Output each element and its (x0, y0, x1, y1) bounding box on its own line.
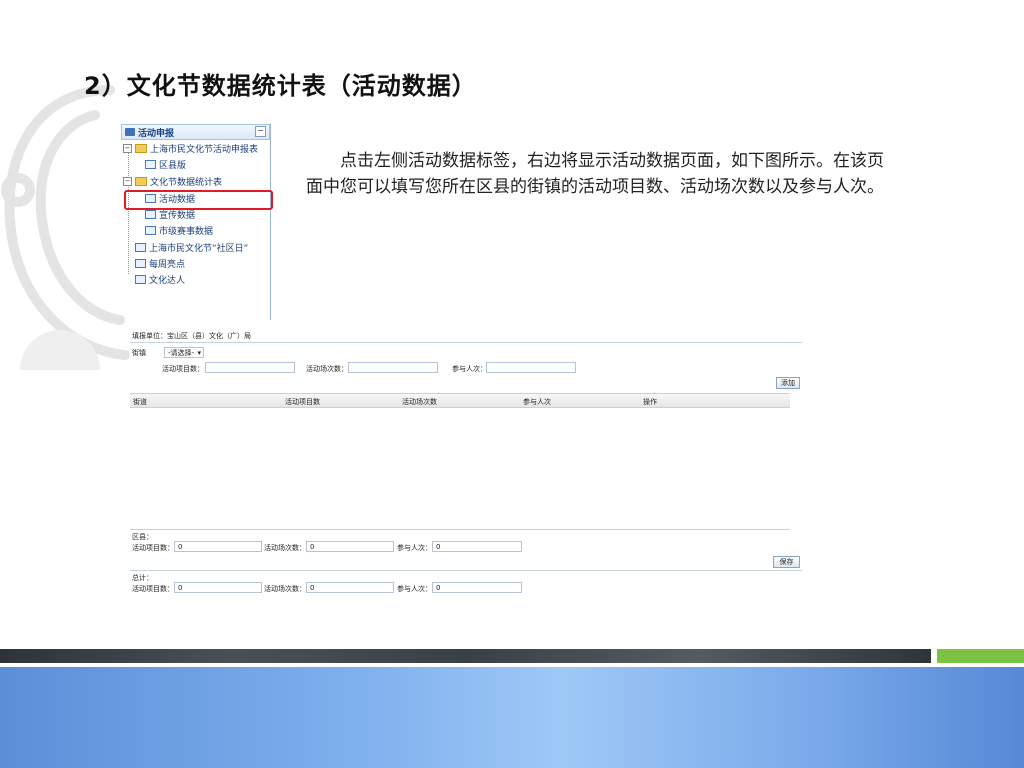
total-activity-sessions-label: 活动场次数： (264, 585, 306, 593)
tree-item-activity-data[interactable]: 活动数据 (145, 192, 195, 205)
navigation-tree: 活动申报 − − 上海市民文化节活动申报表 区县版 − 文化节数据统计表 活动数… (121, 124, 273, 320)
district-activity-sessions-field[interactable]: 0 (306, 541, 394, 552)
activity-sessions-input[interactable] (348, 362, 438, 373)
description-text: 点击左侧活动数据标签，右边将显示活动数据页面，如下图所示。在该页面中您可以填写您… (306, 148, 896, 200)
participants-label: 参与人次： (452, 365, 487, 373)
page-icon (135, 259, 146, 268)
tree-item-label: 文化节数据统计表 (150, 178, 223, 188)
tree-item-district-version[interactable]: 区县版 (145, 158, 186, 171)
total-activity-items-field: 0 (174, 582, 262, 593)
column-header: 街道 (133, 398, 147, 406)
column-header: 参与人次 (523, 398, 551, 406)
tree-item-label: 文化达人 (149, 276, 186, 286)
street-label: 街镇 (132, 349, 146, 357)
tree-item-label: 上海市民文化节活动申报表 (150, 145, 259, 155)
collapse-expander-icon[interactable]: − (123, 144, 132, 153)
column-header: 活动项目数 (285, 398, 320, 406)
footer-blue-area (0, 667, 1024, 768)
decorative-swirl (1, 85, 130, 370)
tree-item-publicity-data[interactable]: 宣传数据 (145, 208, 195, 221)
tree-item-label: 活动数据 (159, 195, 196, 205)
activity-data-form: 填报单位：宝山区（县）文化（广）局 街镇 -请选择- ▾ 活动项目数： 活动场次… (130, 326, 802, 600)
tree-item-culture-experts[interactable]: 文化达人 (135, 273, 185, 286)
page-icon (145, 226, 156, 235)
footer-dark-band (0, 649, 931, 663)
tree-item-label: 每周亮点 (149, 260, 186, 270)
tree-item-statistics-table[interactable]: − 文化节数据统计表 (123, 175, 222, 188)
participants-input[interactable] (486, 362, 576, 373)
tree-item-city-competition-data[interactable]: 市级赛事数据 (145, 224, 213, 237)
activity-items-input[interactable] (205, 362, 295, 373)
column-header: 活动场次数 (402, 398, 437, 406)
total-participants-field: 0 (432, 582, 522, 593)
footer-green-band (937, 649, 1024, 663)
save-button[interactable]: 保存 (773, 556, 800, 568)
tree-header: 活动申报 − (121, 124, 270, 140)
tree-item-label: 上海市民文化节“社区日” (149, 244, 249, 254)
district-label: 区县： (132, 533, 153, 541)
grid-header: 街道 活动项目数 活动场次数 参与人次 操作 (130, 393, 790, 408)
total-participants-label: 参与人次： (397, 585, 432, 593)
collapse-expander-icon[interactable]: − (123, 177, 132, 186)
tree-item-community-day[interactable]: 上海市民文化节“社区日” (135, 241, 248, 254)
folder-icon (135, 144, 147, 153)
total-activity-items-label: 活动项目数： (132, 585, 174, 593)
total-activity-sessions-field: 0 (306, 582, 394, 593)
street-select[interactable]: -请选择- ▾ (164, 347, 204, 358)
tree-item-label: 区县版 (159, 161, 187, 171)
activity-items-label: 活动项目数： (162, 365, 204, 373)
reporting-unit-label: 填报单位：宝山区（县）文化（广）局 (132, 332, 251, 340)
grid-body (130, 407, 790, 530)
page-icon (135, 243, 146, 252)
district-participants-field[interactable]: 0 (432, 541, 522, 552)
folder-icon (135, 177, 147, 186)
page-icon (145, 160, 156, 169)
tree-item-label: 市级赛事数据 (159, 227, 214, 237)
tree-item-label: 宣传数据 (159, 211, 196, 221)
column-header: 操作 (643, 398, 657, 406)
chevron-down-icon: ▾ (197, 349, 201, 357)
district-activity-sessions-label: 活动场次数： (264, 544, 306, 552)
district-activity-items-label: 活动项目数： (132, 544, 174, 552)
tree-item-weekly-highlights[interactable]: 每周亮点 (135, 257, 185, 270)
description-paragraph: 点击左侧活动数据标签，右边将显示活动数据页面，如下图所示。在该页面中您可以填写您… (306, 151, 884, 197)
activity-sessions-label: 活动场次数： (306, 365, 348, 373)
slide-title: 2）文化节数据统计表（活动数据） (84, 72, 477, 100)
tree-header-label: 活动申报 (138, 128, 175, 139)
add-button[interactable]: 添加 (776, 377, 800, 389)
collapse-icon[interactable]: − (255, 126, 266, 137)
page-icon (145, 194, 156, 203)
page-icon (145, 210, 156, 219)
district-activity-items-field[interactable]: 0 (174, 541, 262, 552)
tree-item-festival-application[interactable]: − 上海市民文化节活动申报表 (123, 142, 258, 155)
total-label: 总计： (132, 574, 153, 582)
district-participants-label: 参与人次： (397, 544, 432, 552)
street-select-value: -请选择- (168, 349, 195, 357)
panel-icon (125, 128, 135, 136)
page-icon (135, 275, 146, 284)
